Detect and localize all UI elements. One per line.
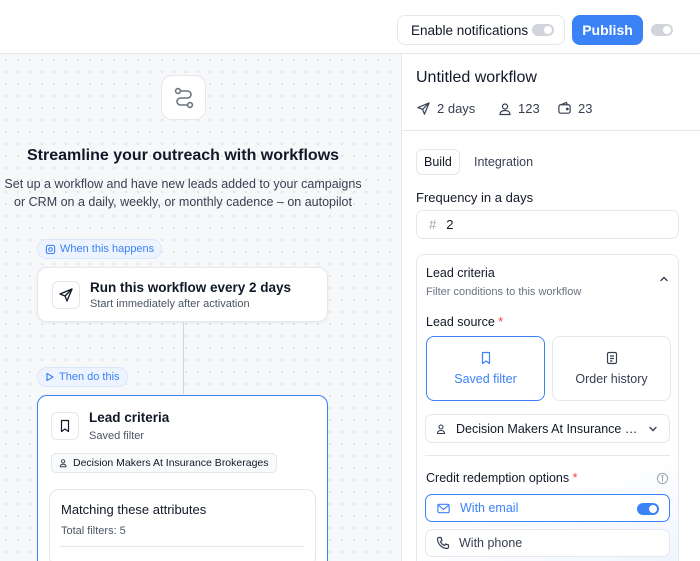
stat-credits-value: 23 xyxy=(578,101,593,116)
lead-card-title: Lead criteria xyxy=(89,410,170,425)
workflow-title[interactable]: Untitled workflow xyxy=(416,69,537,87)
saved-filter-select[interactable]: Decision Makers At Insurance Brokerages xyxy=(425,414,670,443)
credit-with-phone[interactable]: With phone xyxy=(425,529,670,557)
lead-criteria-section: Lead criteria Filter conditions to this … xyxy=(416,254,679,561)
top-bar: Enable notifications Publish xyxy=(0,0,700,54)
workflow-icon xyxy=(161,75,206,120)
workflow-active-switch[interactable] xyxy=(651,24,673,36)
credit-options-label-text: Credit redemption options xyxy=(426,471,570,485)
attributes-title: Matching these attributes xyxy=(61,502,207,517)
play-icon xyxy=(46,372,54,382)
send-icon xyxy=(417,102,430,115)
lead-criteria-title: Lead criteria xyxy=(426,266,495,280)
credit-with-phone-label: With phone xyxy=(459,536,523,550)
action-pill: Then do this xyxy=(37,367,128,387)
credit-with-email[interactable]: With email xyxy=(425,494,670,522)
bookmark-icon xyxy=(51,412,79,440)
workflow-settings-panel: Untitled workflow 2 days 123 23 Build In… xyxy=(401,54,700,561)
source-saved-filter[interactable]: Saved filter xyxy=(426,336,545,401)
tab-integration[interactable]: Integration xyxy=(467,149,540,175)
credit-with-email-label: With email xyxy=(460,501,519,515)
source-order-history-label: Order history xyxy=(575,372,648,386)
credit-options-label: Credit redemption options * xyxy=(426,471,578,485)
attributes-divider xyxy=(60,546,305,547)
trigger-card[interactable]: Run this workflow every 2 days Start imm… xyxy=(37,267,328,322)
lead-criteria-card[interactable]: Lead criteria Saved filter Decision Make… xyxy=(37,395,328,561)
frequency-label: Frequency in a days xyxy=(416,190,534,205)
action-pill-label: Then do this xyxy=(59,371,120,383)
frequency-input[interactable]: # 2 xyxy=(416,210,679,239)
required-mark: * xyxy=(572,471,578,485)
section-divider xyxy=(425,455,670,456)
canvas-description-line2: or CRM on a daily, weekly, or monthly ca… xyxy=(14,195,352,209)
attributes-count: Total filters: 5 xyxy=(61,525,126,537)
chevron-up-icon[interactable] xyxy=(658,273,670,285)
lead-card-subtitle: Saved filter xyxy=(89,430,145,442)
saved-filter-select-value: Decision Makers At Insurance Brokerages xyxy=(456,421,639,436)
info-icon[interactable] xyxy=(656,472,669,485)
stat-credits: 23 xyxy=(557,101,592,116)
tab-build[interactable]: Build xyxy=(416,149,460,175)
wallet-icon xyxy=(558,101,571,114)
trigger-pill: When this happens xyxy=(37,239,163,259)
workflow-canvas: Streamline your outreach with workflows … xyxy=(0,54,401,561)
trigger-card-subtitle: Start immediately after activation xyxy=(90,298,250,310)
users-icon xyxy=(499,102,511,115)
source-order-history[interactable]: Order history xyxy=(552,336,671,401)
canvas-description: Set up a workflow and have new leads add… xyxy=(0,175,366,211)
mail-icon xyxy=(437,503,450,513)
hash-icon: # xyxy=(429,217,437,232)
bookmark-icon xyxy=(481,351,490,365)
with-email-switch[interactable] xyxy=(637,503,659,515)
notifications-label: Enable notifications xyxy=(411,22,529,38)
stat-frequency-value: 2 days xyxy=(437,101,476,116)
trigger-card-title: Run this workflow every 2 days xyxy=(90,280,292,295)
enable-notifications-toggle[interactable]: Enable notifications xyxy=(397,15,565,45)
canvas-description-line1: Set up a workflow and have new leads add… xyxy=(4,177,362,191)
required-mark: * xyxy=(498,315,504,329)
send-icon xyxy=(52,281,80,309)
lead-source-label-text: Lead source xyxy=(426,315,495,329)
attributes-card: Matching these attributes Total filters:… xyxy=(49,489,316,561)
panel-divider xyxy=(402,130,700,131)
frequency-value: 2 xyxy=(446,217,454,232)
stat-leads: 123 xyxy=(498,101,540,116)
publish-button[interactable]: Publish xyxy=(572,15,643,45)
notifications-switch[interactable] xyxy=(532,24,554,36)
source-saved-filter-label: Saved filter xyxy=(454,372,517,386)
flow-connector xyxy=(183,322,184,394)
document-icon xyxy=(606,351,617,365)
stat-frequency: 2 days xyxy=(416,101,475,116)
trigger-icon xyxy=(45,244,56,254)
phone-icon xyxy=(436,536,450,550)
users-icon xyxy=(59,459,67,468)
chevron-down-icon xyxy=(649,426,657,431)
lead-criteria-subtitle: Filter conditions to this workflow xyxy=(426,286,582,298)
lead-source-label: Lead source * xyxy=(426,315,503,329)
saved-filter-chip-label: Decision Makers At Insurance Brokerages xyxy=(73,457,269,469)
saved-filter-chip: Decision Makers At Insurance Brokerages xyxy=(51,453,277,473)
canvas-title: Streamline your outreach with workflows xyxy=(26,147,340,164)
trigger-pill-label: When this happens xyxy=(60,243,155,255)
users-icon xyxy=(436,423,446,434)
stat-leads-value: 123 xyxy=(518,101,540,116)
